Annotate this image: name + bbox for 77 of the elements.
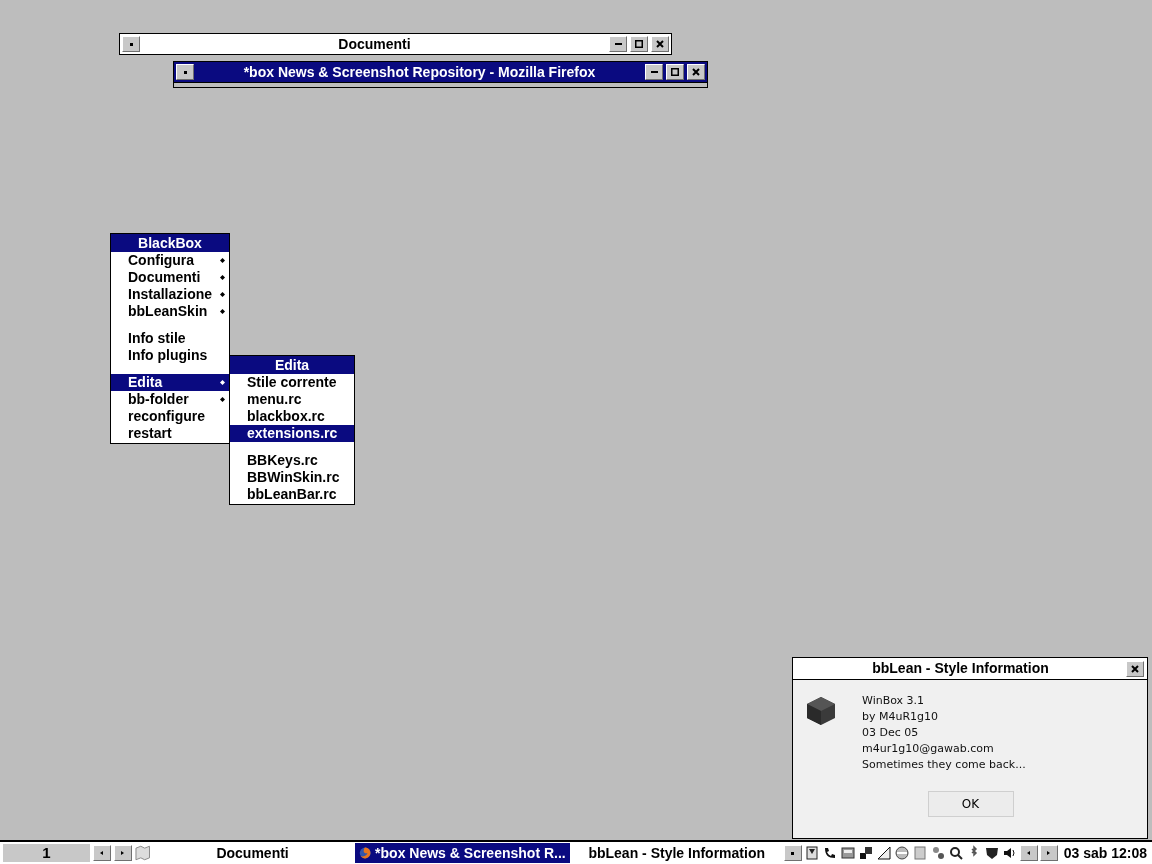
ok-button[interactable]: OK [927, 791, 1014, 817]
globe-icon [358, 845, 372, 861]
menu-item[interactable]: reconfigure [111, 408, 229, 425]
close-icon [692, 68, 700, 76]
minimize-button[interactable] [645, 64, 663, 80]
menu-item[interactable]: bbLeanBar.rc [230, 486, 354, 503]
taskbar-button[interactable]: Documenti [153, 843, 352, 863]
menu-item[interactable]: BBWinSkin.rc [230, 469, 354, 486]
close-button[interactable] [687, 64, 705, 80]
document-icon[interactable] [803, 845, 820, 861]
tray-toggle-button[interactable] [783, 845, 802, 861]
menu-title: BlackBox [111, 234, 229, 252]
next-icon [1047, 851, 1051, 855]
menu-item[interactable]: Stile corrente [230, 374, 354, 391]
next-icon [121, 851, 125, 855]
menu-item[interactable]: Configura [111, 252, 229, 269]
submenu-arrow-icon [220, 275, 225, 280]
squares-icon[interactable] [857, 845, 874, 861]
submenu-arrow-icon [220, 309, 225, 314]
menu-item[interactable]: Info plugins [111, 347, 229, 364]
previous-button[interactable] [1019, 845, 1038, 861]
dialog-title: bbLean - Style Information [871, 659, 1050, 678]
maximize-icon [671, 68, 679, 76]
window-title: Documenti [337, 34, 412, 54]
magnifier-icon[interactable] [947, 845, 964, 861]
minimize-button[interactable] [609, 36, 627, 52]
window-menu-button[interactable] [176, 64, 194, 80]
menu-title: Edita [230, 356, 354, 374]
triangle-icon[interactable] [875, 845, 892, 861]
next-button[interactable] [1039, 845, 1058, 861]
submenu-arrow-icon [220, 397, 225, 402]
disc-icon[interactable] [893, 845, 910, 861]
menu-item[interactable]: Installazione [111, 286, 229, 303]
menu-item[interactable]: extensions.rc [230, 425, 354, 442]
window-menu-icon [183, 70, 187, 74]
next-button[interactable] [113, 845, 132, 861]
cube-icon [805, 695, 837, 727]
clock: 03 sab 12:08 [1063, 843, 1147, 863]
taskbar-button[interactable]: *box News & Screenshot R... [354, 843, 570, 863]
menu-item[interactable]: Documenti [111, 269, 229, 286]
taskbar-button[interactable]: bbLean - Style Information [572, 843, 781, 863]
workspace-label: 1 [3, 844, 90, 862]
minimize-icon [650, 71, 658, 73]
submenu-arrow-icon [220, 292, 225, 297]
menu-item[interactable]: bb-folder [111, 391, 229, 408]
close-button[interactable] [651, 36, 669, 52]
info-text: WinBox 3.1 [862, 693, 926, 709]
maximize-icon [635, 40, 643, 48]
close-button[interactable] [1126, 660, 1144, 677]
previous-icon [1027, 851, 1031, 855]
info-text: by M4uR1g10 [862, 709, 940, 725]
info-text: 03 Dec 05 [862, 725, 920, 741]
previous-icon [100, 851, 104, 855]
menu-item[interactable]: menu.rc [230, 391, 354, 408]
window-menu-button[interactable] [122, 36, 140, 52]
close-icon [1131, 664, 1139, 673]
info-text: m4ur1g10@gawab.com [862, 741, 995, 757]
menu-item[interactable]: Edita [111, 374, 229, 391]
menu-item[interactable]: blackbox.rc [230, 408, 354, 425]
window-title: *box News & Screenshot Repository - Mozilla Firefox [242, 62, 597, 82]
tray-toggle-icon [791, 851, 795, 855]
menu-item[interactable]: bbLeanSkin [111, 303, 229, 320]
speaker-icon[interactable] [1001, 845, 1018, 861]
info-text: Sometimes they come back... [862, 757, 1026, 773]
shield-icon[interactable] [983, 845, 1000, 861]
maximize-button[interactable] [666, 64, 684, 80]
window-menu-icon [129, 42, 133, 46]
submenu-arrow-icon [220, 258, 225, 263]
menu-item[interactable]: restart [111, 425, 229, 442]
maximize-button[interactable] [630, 36, 648, 52]
submenu-arrow-icon [220, 380, 225, 385]
drive-icon[interactable] [839, 845, 856, 861]
previous-button[interactable] [92, 845, 111, 861]
close-icon [656, 40, 664, 48]
minimize-icon [614, 43, 622, 45]
menu-item[interactable]: Info stile [111, 330, 229, 347]
menu-item[interactable]: BBKeys.rc [230, 452, 354, 469]
